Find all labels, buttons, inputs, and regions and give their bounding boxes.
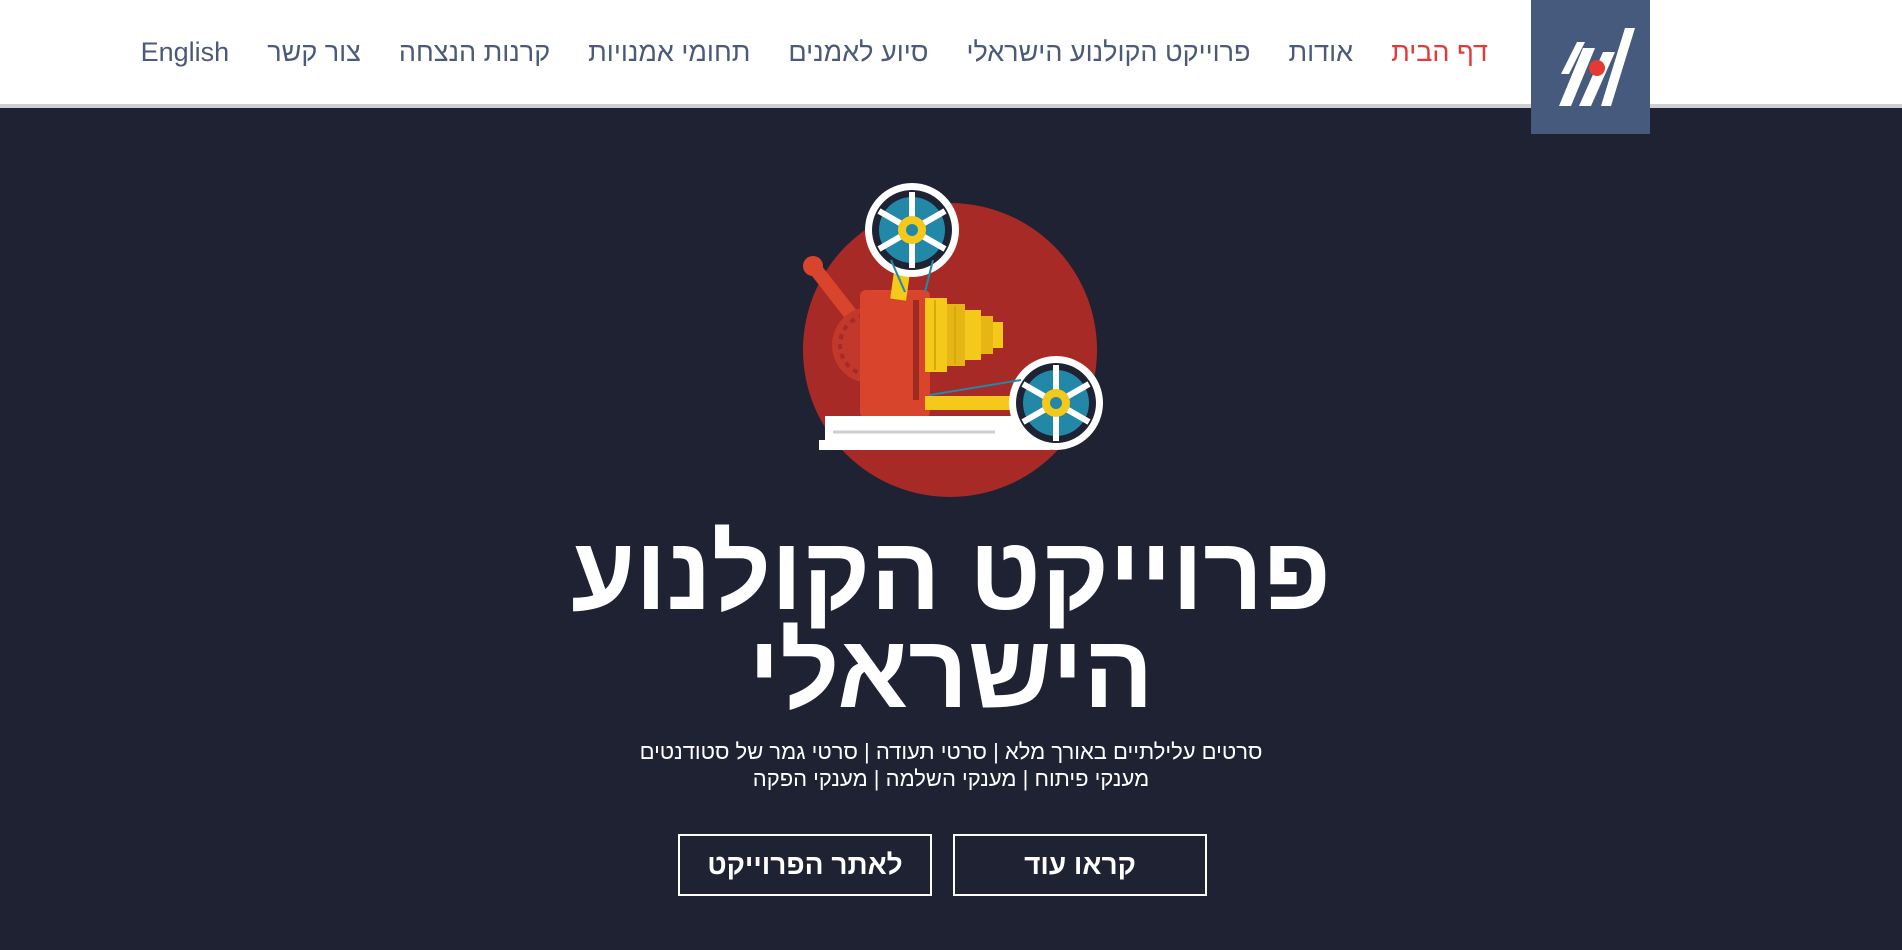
nav-item-about[interactable]: אודות: [1289, 37, 1354, 68]
main-nav: דף הבית אודות פרוייקט הקולנוע הישראלי סי…: [141, 0, 1488, 104]
nav-item-artist-support[interactable]: סיוע לאמנים: [788, 37, 928, 68]
nav-item-art-fields[interactable]: תחומי אמנויות: [588, 37, 750, 68]
hero-title-line-2: הישראלי: [748, 614, 1154, 730]
nav-item-memorial-funds[interactable]: קרנות הנצחה: [399, 37, 550, 68]
nav-item-home[interactable]: דף הבית: [1391, 37, 1488, 68]
hero-subtitle-line-1: סרטים עלילתיים באורך מלא | סרטי תעודה | …: [639, 739, 1263, 764]
nav-item-cinema-project[interactable]: פרוייקט הקולנוע הישראלי: [966, 37, 1250, 68]
read-more-button[interactable]: קראו עוד: [953, 834, 1207, 896]
hero-subtitle-line-2: מענקי פיתוח | מענקי השלמה | מענקי הפקה: [752, 766, 1150, 791]
film-projector-icon: [795, 180, 1115, 500]
logo-mark-icon: [1558, 28, 1635, 106]
hero-subtitle: סרטים עלילתיים באורך מלא | סרטי תעודה | …: [551, 738, 1351, 792]
site-logo[interactable]: [1531, 0, 1650, 134]
nav-item-english[interactable]: English: [141, 37, 230, 68]
project-site-button[interactable]: לאתר הפרוייקט: [678, 834, 932, 896]
hero-title: פרוייקט הקולנוע הישראלי: [451, 516, 1451, 730]
nav-item-contact[interactable]: צור קשר: [267, 37, 361, 68]
hero-title-line-1: פרוייקט הקולנוע: [571, 516, 1331, 632]
